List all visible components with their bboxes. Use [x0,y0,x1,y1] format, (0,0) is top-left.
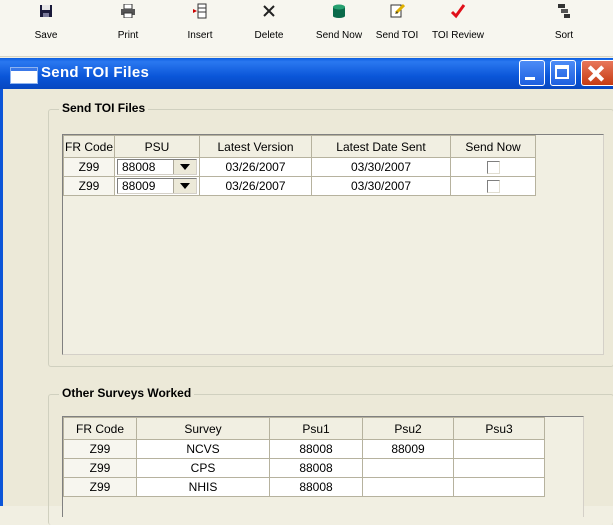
chevron-down-icon[interactable] [173,160,196,174]
toolbar: Save Print Insert Delete Send Now Send T… [0,0,613,57]
table-row[interactable]: Z99 CPS 88008 [63,458,545,478]
latest-version-cell[interactable]: 03/26/2007 [199,157,312,177]
psu3-cell[interactable] [453,477,545,497]
window-body: Send TOI Files FR Code PSU Latest Versio… [0,89,613,525]
column-header-fr-code[interactable]: FR Code [63,417,137,440]
insert-button[interactable]: Insert [180,3,220,53]
delete-x-icon [247,3,291,25]
send-document-icon [370,3,424,25]
column-header-psu[interactable]: PSU [114,135,200,158]
table-row[interactable]: Z99 NHIS 88008 [63,477,545,497]
column-header-psu3[interactable]: Psu3 [453,417,545,440]
table-row[interactable]: Z99 88009 03/26/2007 03/30/2007 [63,176,536,196]
column-header-fr-code[interactable]: FR Code [63,135,115,158]
latest-date-sent-cell[interactable]: 03/30/2007 [311,176,451,196]
insert-label: Insert [187,30,213,41]
send-toi-header-row: FR Code PSU Latest Version Latest Date S… [63,135,536,158]
psu-dropdown-value: 88008 [122,160,156,174]
column-header-survey[interactable]: Survey [136,417,270,440]
database-cylinder-icon [311,3,367,25]
psu1-cell[interactable]: 88008 [269,477,363,497]
survey-cell[interactable]: NHIS [136,477,270,497]
sort-icon [548,3,580,25]
psu-dropdown-value: 88009 [122,179,156,193]
insert-row-icon [180,3,220,25]
column-header-psu2[interactable]: Psu2 [362,417,454,440]
print-label: Print [117,30,139,41]
survey-cell[interactable]: CPS [136,458,270,478]
column-header-psu1[interactable]: Psu1 [269,417,363,440]
chevron-down-icon[interactable] [173,179,196,193]
send-now-checkbox[interactable] [486,161,500,175]
psu-cell[interactable]: 88008 [114,157,200,177]
floppy-disk-icon [26,3,66,25]
other-surveys-header-row: FR Code Survey Psu1 Psu2 Psu3 [63,417,545,440]
save-button[interactable]: Save [26,3,66,53]
minimize-button[interactable] [519,60,545,86]
fr-code-cell[interactable]: Z99 [63,157,115,177]
psu-dropdown[interactable]: 88009 [117,178,197,194]
send-now-cell[interactable] [450,157,536,177]
window-title: Send TOI Files [41,64,150,81]
print-button[interactable]: Print [108,3,148,53]
maximize-button[interactable] [550,60,576,86]
printer-icon [108,3,148,25]
send-toi-button[interactable]: Send TOI [370,3,424,53]
fr-code-cell[interactable]: Z99 [63,458,137,478]
save-label: Save [34,30,58,41]
window-icon [10,67,38,84]
send-toi-label: Send TOI [375,30,419,41]
psu-cell[interactable]: 88009 [114,176,200,196]
column-header-latest-date-sent[interactable]: Latest Date Sent [311,135,451,158]
send-toi-group-title: Send TOI Files [59,101,149,115]
column-header-latest-version[interactable]: Latest Version [199,135,312,158]
delete-label: Delete [254,30,284,41]
send-now-checkbox[interactable] [486,180,500,194]
sort-label: Sort [554,30,574,41]
send-now-cell[interactable] [450,176,536,196]
window-titlebar[interactable]: Send TOI Files [0,58,613,89]
other-surveys-group-title: Other Surveys Worked [59,386,195,400]
psu2-cell[interactable] [362,477,454,497]
checkmark-icon [428,3,488,25]
send-toi-grid[interactable]: FR Code PSU Latest Version Latest Date S… [62,134,604,355]
close-button[interactable] [581,60,613,86]
table-row[interactable]: Z99 88008 03/26/2007 03/30/2007 [63,157,536,177]
fr-code-cell[interactable]: Z99 [63,176,115,196]
latest-version-cell[interactable]: 03/26/2007 [199,176,312,196]
psu3-cell[interactable] [453,458,545,478]
send-now-button[interactable]: Send Now [311,3,367,53]
psu2-cell[interactable]: 88009 [362,439,454,459]
latest-date-sent-cell[interactable]: 03/30/2007 [311,157,451,177]
table-row[interactable]: Z99 NCVS 88008 88009 [63,439,545,459]
column-header-send-now[interactable]: Send Now [450,135,536,158]
send-now-label: Send Now [315,30,363,41]
psu-dropdown[interactable]: 88008 [117,159,197,175]
other-surveys-grid[interactable]: FR Code Survey Psu1 Psu2 Psu3 Z99 NCVS 8… [62,416,584,517]
survey-cell[interactable]: NCVS [136,439,270,459]
delete-button[interactable]: Delete [247,3,291,53]
psu2-cell[interactable] [362,458,454,478]
psu3-cell[interactable] [453,439,545,459]
toi-review-label: TOI Review [431,30,485,41]
fr-code-cell[interactable]: Z99 [63,439,137,459]
psu1-cell[interactable]: 88008 [269,439,363,459]
psu1-cell[interactable]: 88008 [269,458,363,478]
toi-review-button[interactable]: TOI Review [428,3,488,53]
sort-button[interactable]: Sort [548,3,580,53]
fr-code-cell[interactable]: Z99 [63,477,137,497]
